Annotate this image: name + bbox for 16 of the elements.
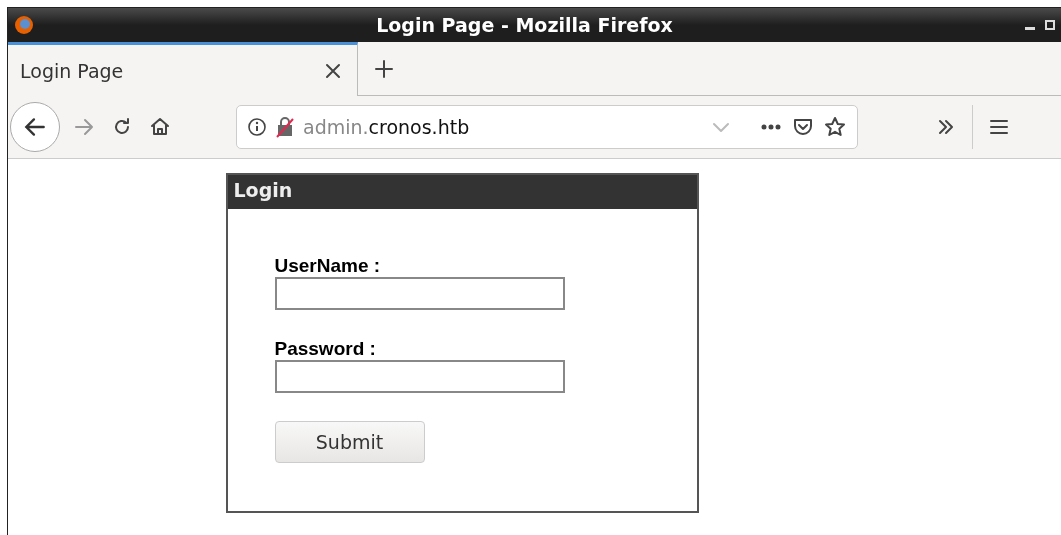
firefox-logo-icon [14, 15, 34, 35]
info-icon[interactable] [247, 117, 267, 137]
insecure-lock-icon[interactable] [275, 116, 295, 138]
url-text[interactable]: admin.cronos.htb [303, 116, 701, 138]
maximize-icon[interactable] [1045, 20, 1055, 30]
browser-tab[interactable]: Login Page [8, 42, 358, 96]
field-label: UserName : [274, 255, 382, 277]
window-title: Login Page - Mozilla Firefox [375, 14, 674, 36]
star-icon[interactable] [823, 115, 847, 139]
address-bar[interactable]: admin.cronos.htb [236, 105, 858, 149]
back-button[interactable] [10, 102, 60, 152]
field-label: Password : [274, 338, 377, 360]
password-field[interactable] [274, 360, 565, 393]
username-field[interactable] [274, 277, 565, 310]
panel-title: Login [227, 175, 697, 209]
submit-button[interactable]: Submit [274, 421, 425, 463]
